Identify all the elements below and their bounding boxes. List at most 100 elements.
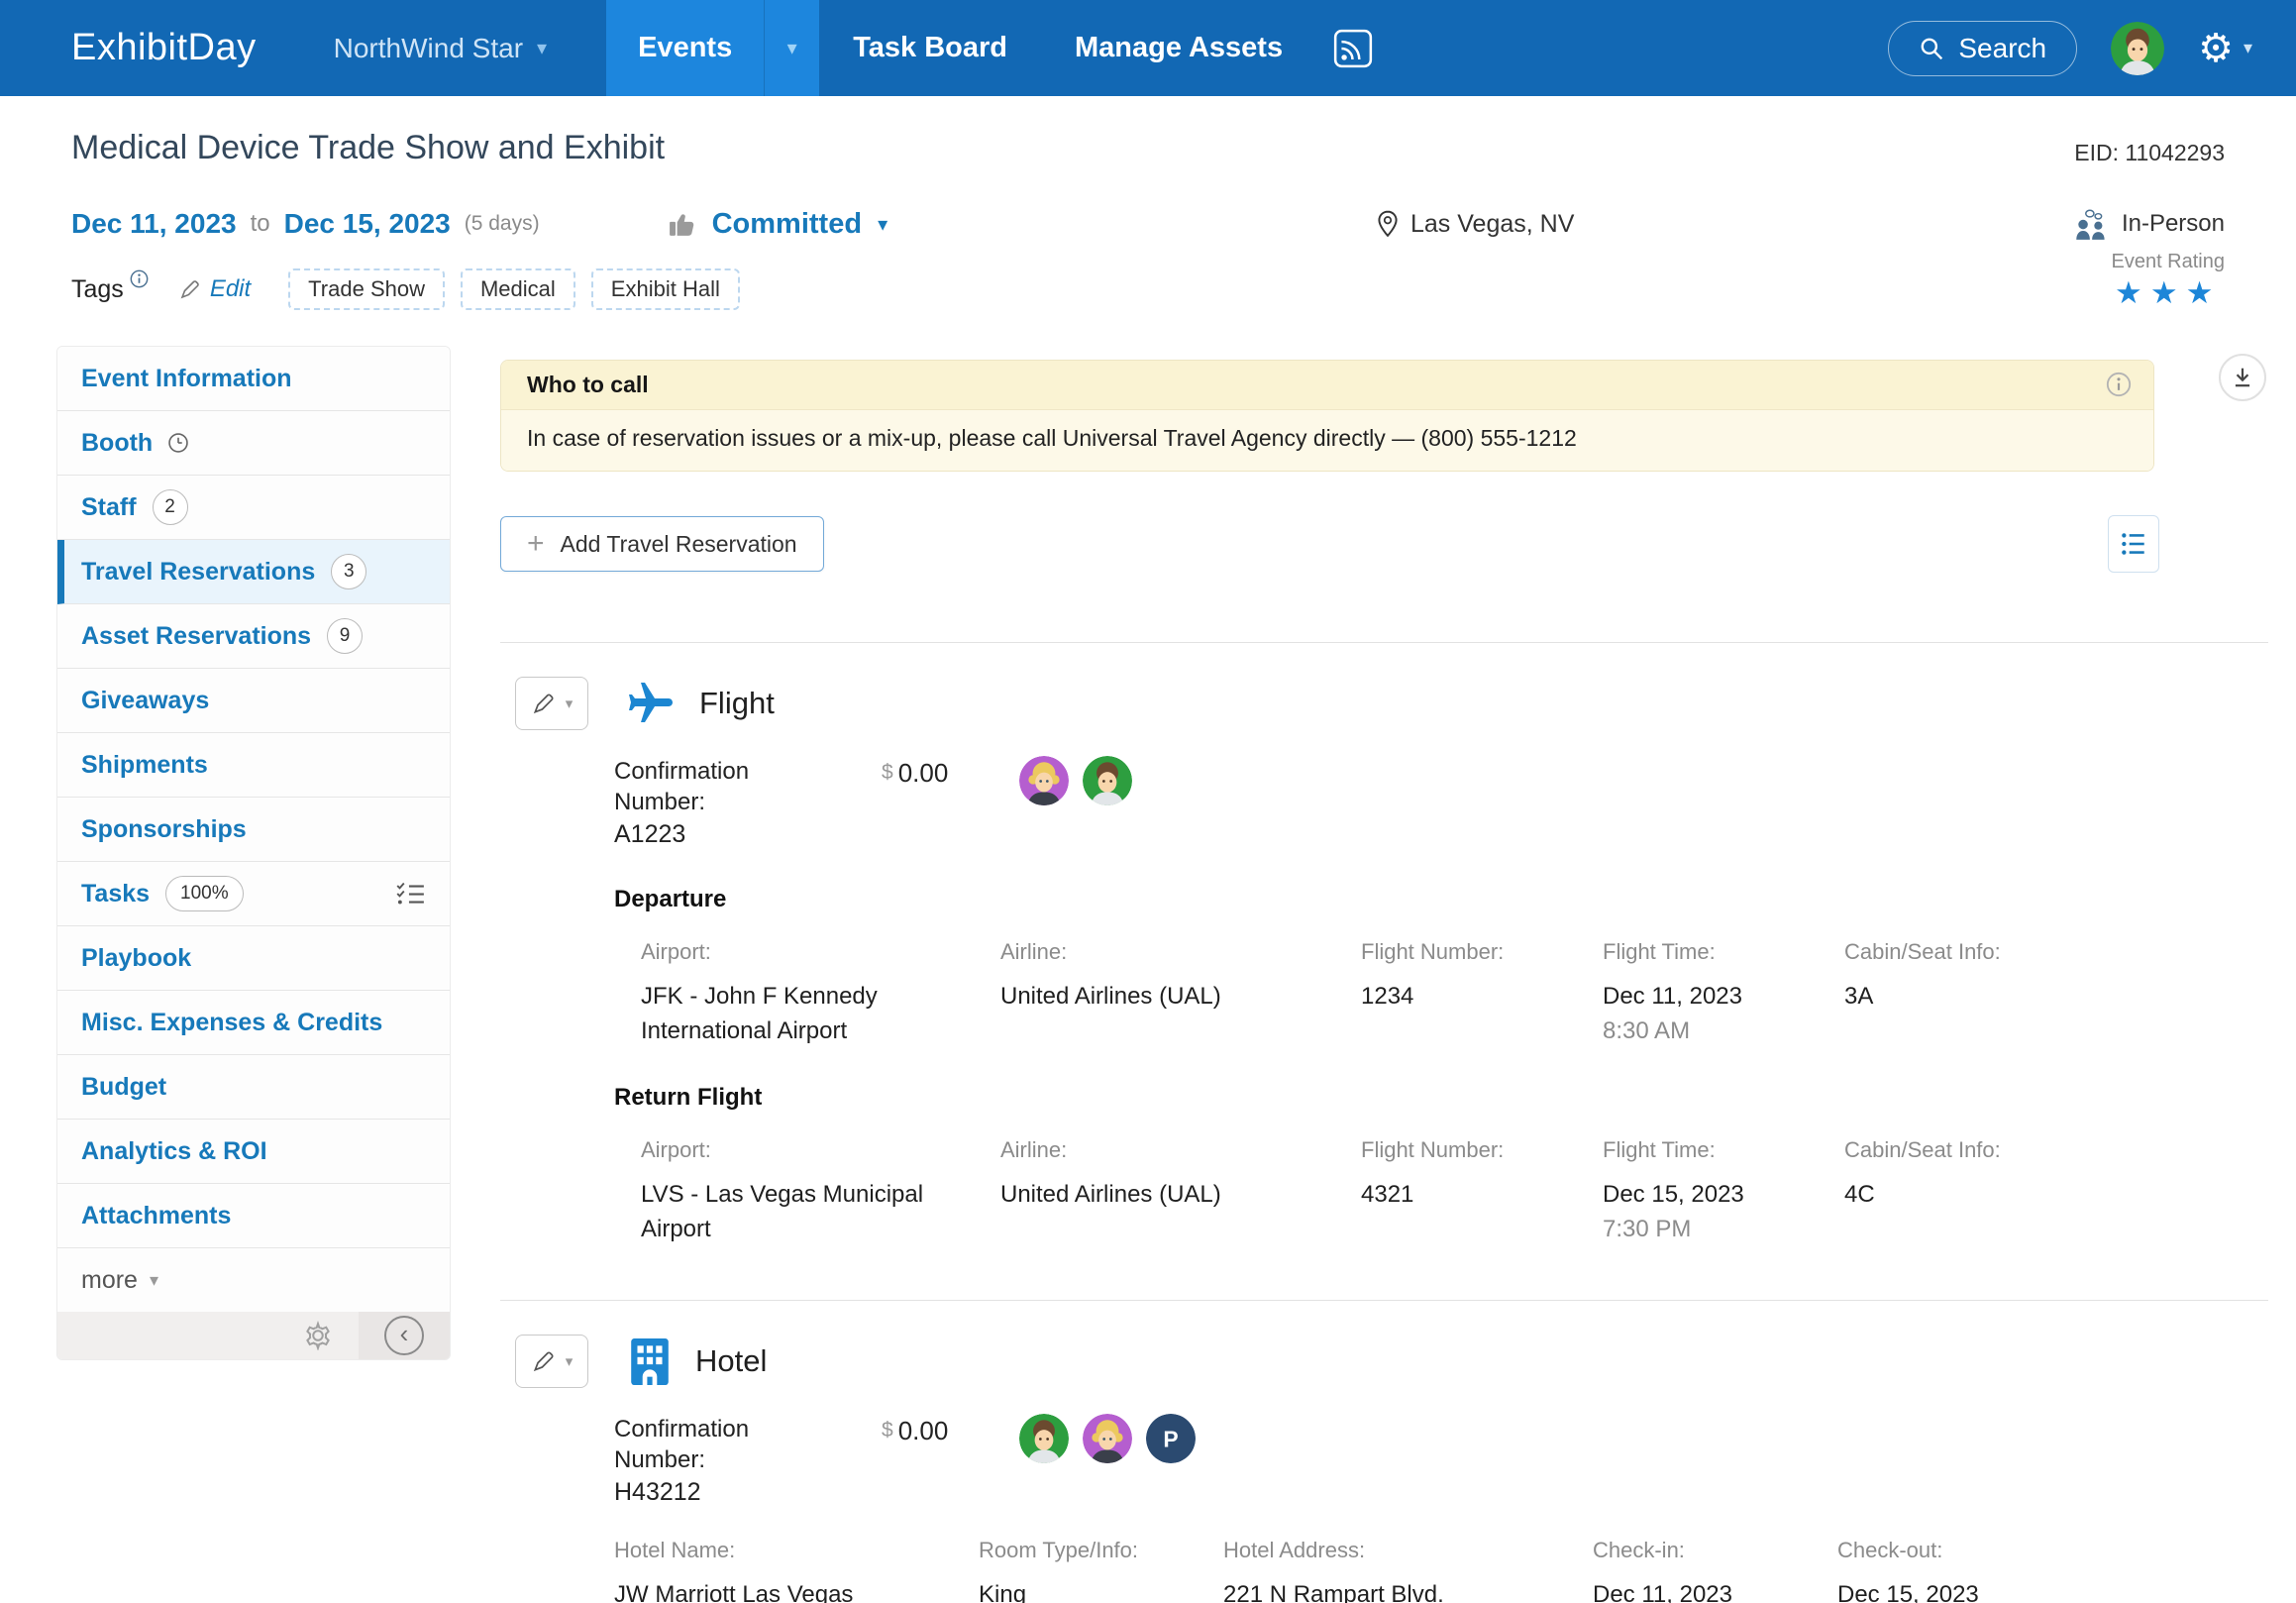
user-avatar[interactable] — [2111, 21, 2165, 75]
nav-item-task-board[interactable]: Task Board — [819, 0, 1041, 96]
flight-edit-button[interactable]: ▾ — [515, 677, 588, 730]
hotel-details-grid: Hotel Name: JW Marriott Las Vegas Room T… — [614, 1538, 2268, 1603]
hotel-checkin: Check-in: Dec 11, 2023 2:30 PM — [1593, 1538, 1732, 1603]
hotel-cost: $ 0.00 — [882, 1414, 948, 1508]
status-dropdown[interactable]: Committed ▾ — [669, 208, 887, 241]
cost-amount: 0.00 — [897, 1416, 949, 1445]
sidebar-item-shipments[interactable]: Shipments — [57, 733, 450, 798]
hotel-edit-button[interactable]: ▾ — [515, 1335, 588, 1388]
settings-menu[interactable]: ⚙ ▾ — [2198, 29, 2252, 68]
sidebar-item-event-information[interactable]: Event Information — [57, 347, 450, 411]
return-airline: Airline: United Airlines (UAL) — [1000, 1137, 1221, 1208]
sidebar-item-playbook[interactable]: Playbook — [57, 926, 450, 991]
gear-icon: ⚙ — [2198, 26, 2234, 70]
in-person-icon — [2076, 209, 2105, 240]
notice-title: Who to call — [527, 372, 649, 397]
add-travel-reservation-label: Add Travel Reservation — [560, 530, 797, 557]
add-travel-reservation-button[interactable]: + Add Travel Reservation — [500, 516, 824, 572]
info-icon[interactable] — [2106, 372, 2132, 403]
return-details-grid: Airport: LVS - Las Vegas Municipal Airpo… — [641, 1137, 2268, 1246]
list-view-button[interactable] — [2108, 515, 2159, 573]
location-label: Las Vegas, NV — [1410, 209, 1575, 238]
sidebar-item-tasks[interactable]: Tasks 100% — [57, 862, 450, 926]
event-format: In-Person — [2074, 208, 2225, 240]
sidebar-item-asset-reservations[interactable]: Asset Reservations 9 — [57, 604, 450, 669]
pencil-icon — [533, 1351, 554, 1372]
flight-cost: $ 0.00 — [882, 756, 948, 850]
sidebar-item-booth[interactable]: Booth — [57, 411, 450, 476]
tag-chip[interactable]: Trade Show — [288, 268, 445, 310]
sidebar-item-misc-expenses[interactable]: Misc. Expenses & Credits — [57, 991, 450, 1055]
traveler-avatar-woman[interactable] — [1019, 756, 1070, 805]
tags-row: Tags Edit Trade Show Medical Exhibit Hal… — [71, 251, 2225, 312]
sidebar-settings-icon[interactable] — [303, 1321, 333, 1350]
traveler-avatar-man[interactable] — [1083, 756, 1133, 805]
sidebar-item-staff[interactable]: Staff 2 — [57, 476, 450, 540]
guest-avatar-initial[interactable]: P — [1146, 1414, 1197, 1463]
edit-tags-button[interactable]: Edit — [178, 275, 251, 303]
tag-chip-list: Trade Show Medical Exhibit Hall — [288, 268, 740, 310]
plus-icon: + — [527, 527, 545, 560]
nav-item-manage-assets[interactable]: Manage Assets — [1041, 0, 1316, 96]
end-date-link[interactable]: Dec 15, 2023 — [284, 208, 451, 240]
return-cabin: Cabin/Seat Info: 4C — [1844, 1137, 2001, 1208]
return-section-title: Return Flight — [614, 1084, 763, 1111]
guest-avatar-man[interactable] — [1019, 1414, 1070, 1463]
flight-card-title: Flight — [699, 686, 775, 720]
departure-airport: Airport: JFK - John F Kennedy Internatio… — [641, 939, 878, 1044]
sidebar-item-attachments[interactable]: Attachments — [57, 1184, 450, 1248]
sidebar-collapse-button[interactable]: ‹ — [359, 1312, 450, 1359]
departure-section-title: Departure — [614, 886, 727, 912]
hotel-summary-row: Confirmation Number: H43212 $ 0.00 P — [614, 1414, 2268, 1508]
travel-reservations-panel: Who to call In case of reservation issue… — [451, 346, 2296, 1603]
guest-avatar-woman[interactable] — [1083, 1414, 1133, 1463]
workspace-name: NorthWind Star — [333, 32, 524, 63]
info-icon[interactable] — [130, 269, 149, 293]
date-separator: to — [250, 210, 270, 237]
sidebar-item-travel-reservations[interactable]: Travel Reservations 3 — [57, 540, 450, 604]
flight-travelers — [1019, 756, 1133, 850]
sidebar-item-sponsorships[interactable]: Sponsorships — [57, 798, 450, 862]
notice-title-bar: Who to call — [501, 361, 2153, 410]
start-date-link[interactable]: Dec 11, 2023 — [71, 208, 237, 240]
hotel-reservation-card: ▾ Hotel Confirmation Number: H43212 $ 0.… — [500, 1301, 2268, 1603]
tag-chip[interactable]: Exhibit Hall — [590, 268, 740, 310]
flight-reservation-card: ▾ Flight Confirmation Number: A1223 $ 0.… — [500, 643, 2268, 1246]
pencil-icon — [180, 280, 199, 299]
workspace-switcher[interactable]: NorthWind Star ▾ — [334, 33, 547, 64]
edit-tags-label: Edit — [209, 275, 252, 302]
cast-icon[interactable] — [1332, 28, 1374, 69]
brand-logo[interactable]: ExhibitDay — [71, 27, 257, 69]
event-location: Las Vegas, NV — [1377, 210, 1574, 239]
clock-icon — [166, 431, 190, 455]
event-header: EID: 11042293 Medical Device Trade Show … — [0, 96, 2296, 312]
search-button[interactable]: Search — [1888, 20, 2078, 76]
reservation-actions: + Add Travel Reservation — [500, 515, 2159, 573]
page-title: Medical Device Trade Show and Exhibit — [71, 129, 666, 166]
duration-label: (5 days) — [464, 212, 540, 235]
chevron-down-icon[interactable]: ▾ — [764, 0, 819, 96]
currency-symbol: $ — [882, 761, 893, 784]
list-view-icon — [2122, 533, 2144, 555]
star-rating-icons[interactable]: ★★★ — [2115, 275, 2221, 311]
travel-count-badge: 3 — [331, 554, 367, 589]
checklist-icon[interactable] — [394, 880, 426, 908]
confirmation-value: H43212 — [614, 1478, 701, 1506]
sidebar-item-giveaways[interactable]: Giveaways — [57, 669, 450, 733]
sidebar-more-button[interactable]: more ▾ — [57, 1248, 450, 1312]
format-label: In-Person — [2121, 210, 2225, 237]
top-navbar: ExhibitDay NorthWind Star ▾ Events ▾ Tas… — [0, 0, 2296, 96]
sidebar-item-budget[interactable]: Budget — [57, 1055, 450, 1120]
flight-confirmation: Confirmation Number: A1223 — [614, 756, 830, 850]
download-button[interactable] — [2219, 354, 2266, 401]
sidebar-item-analytics-roi[interactable]: Analytics & ROI — [57, 1120, 450, 1184]
nav-item-events[interactable]: Events ▾ — [606, 0, 820, 96]
currency-symbol: $ — [882, 1419, 893, 1442]
who-to-call-notice: Who to call In case of reservation issue… — [500, 360, 2154, 472]
confirmation-label: Confirmation Number: — [614, 1416, 750, 1473]
confirmation-value: A1223 — [614, 820, 686, 848]
chevron-down-icon: ▾ — [537, 38, 548, 59]
tag-chip[interactable]: Medical — [460, 268, 575, 310]
chevron-down-icon: ▾ — [149, 1269, 159, 1290]
hotel-guests: P — [1019, 1414, 1197, 1508]
